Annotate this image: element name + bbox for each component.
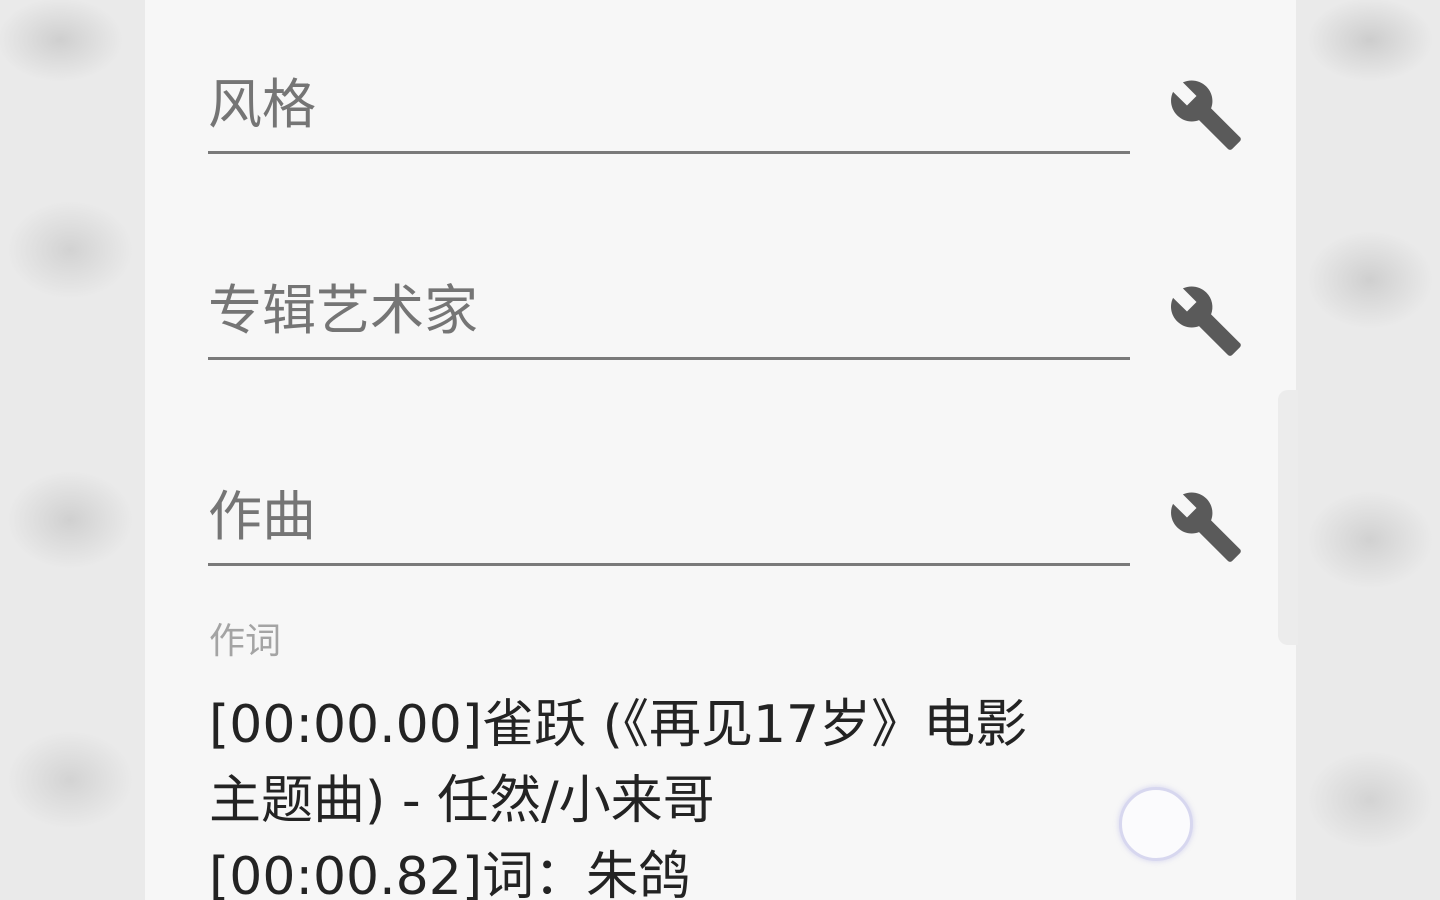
genre-wrench-button[interactable] — [1163, 72, 1249, 158]
tag-editor-panel: 作词 [00:00.00]雀跃 (《再见17岁》电影 主题曲) - 任然/小来哥… — [145, 0, 1296, 900]
genre-input[interactable] — [208, 70, 1130, 140]
album-artist-input[interactable] — [208, 276, 1130, 346]
side-panel-handle[interactable] — [1278, 390, 1298, 645]
wrench-icon — [1171, 80, 1241, 150]
composer-input[interactable] — [208, 482, 1130, 552]
album-artist-wrench-button[interactable] — [1163, 278, 1249, 364]
genre-field[interactable] — [208, 70, 1130, 154]
lyrics-textarea[interactable]: [00:00.00]雀跃 (《再见17岁》电影 主题曲) - 任然/小来哥 [0… — [209, 687, 1109, 900]
wrench-icon — [1171, 286, 1241, 356]
wrench-icon — [1171, 492, 1241, 562]
album-artist-field[interactable] — [208, 276, 1130, 360]
composer-wrench-button[interactable] — [1163, 484, 1249, 570]
composer-field[interactable] — [208, 482, 1130, 566]
lyrics-label: 作词 — [209, 621, 282, 662]
genre-underline — [208, 151, 1130, 154]
composer-underline — [208, 563, 1130, 566]
touch-indicator — [1119, 787, 1193, 861]
album-artist-underline — [208, 357, 1130, 360]
